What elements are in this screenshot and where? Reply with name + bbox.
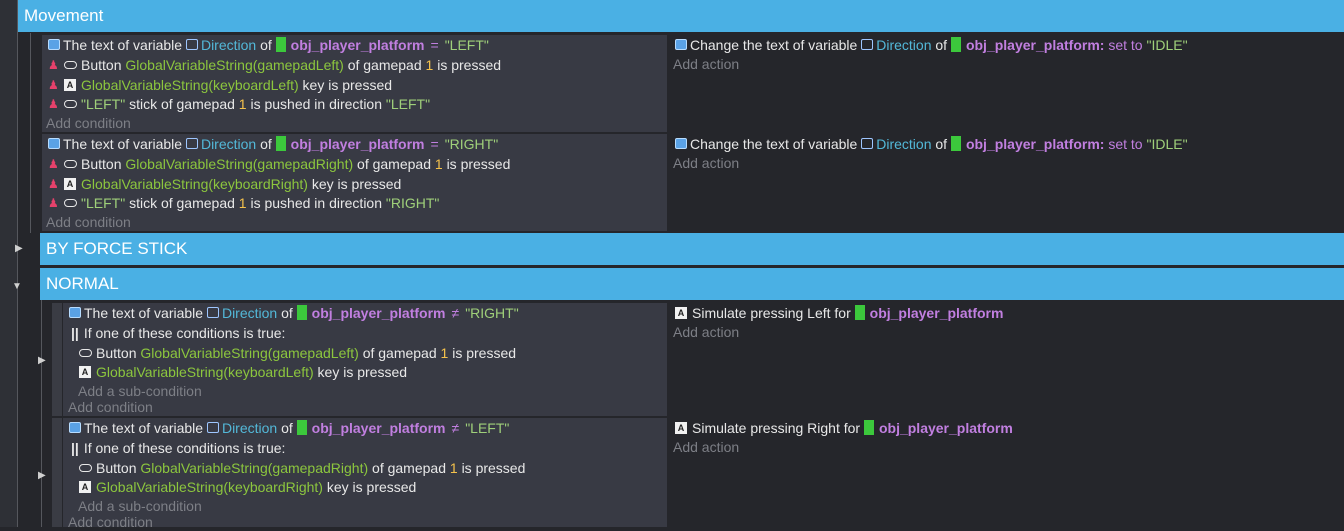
event-arrow-icon[interactable]: ▶ [38, 355, 46, 366]
inverted-condition-icon: ♟ [48, 77, 59, 92]
gamepad-icon [64, 99, 77, 108]
sub-condition-row[interactable]: Button GlobalVariableString(gamepadRight… [79, 458, 525, 477]
event-3-conditions[interactable]: The text of variable Direction of obj_pl… [63, 303, 667, 416]
scene-variable-icon [861, 138, 874, 149]
variable-icon [48, 39, 60, 50]
condition-row[interactable]: The text of variable Direction of obj_pl… [69, 303, 519, 322]
scene-variable-icon [185, 39, 198, 50]
collapse-arrow-icon[interactable]: ▶ [15, 243, 23, 254]
gamepad-icon [79, 463, 92, 472]
object-icon [950, 37, 961, 52]
event-4-actions[interactable]: A Simulate pressing Right for obj_player… [669, 418, 1344, 527]
action-row[interactable]: Change the text of variable Direction of… [675, 35, 1188, 54]
keyboard-icon: A [64, 177, 76, 190]
object-icon [275, 136, 286, 151]
event-arrow-icon[interactable]: ▶ [38, 470, 46, 481]
action-row[interactable]: A Simulate pressing Left for obj_player_… [675, 303, 1003, 322]
condition-row[interactable]: The text of variable Direction of obj_pl… [48, 134, 498, 153]
condition-row[interactable]: ♟ "LEFT" stick of gamepad 1 is pushed in… [48, 94, 430, 113]
add-action-link[interactable]: Add action [673, 322, 739, 341]
scene-variable-icon [206, 307, 219, 318]
add-action-link[interactable]: Add action [673, 437, 739, 456]
sub-condition-row[interactable]: Button GlobalVariableString(gamepadLeft)… [79, 343, 516, 362]
inverted-condition-icon: ♟ [48, 176, 59, 191]
object-icon [863, 420, 874, 435]
inverted-condition-icon: ♟ [48, 195, 59, 210]
keyboard-icon: A [675, 306, 687, 319]
event-1-actions[interactable]: Change the text of variable Direction of… [669, 35, 1344, 132]
object-name[interactable]: obj_player_platform [291, 37, 425, 53]
add-condition-link[interactable]: Add condition [68, 512, 153, 531]
inverted-condition-icon: ♟ [48, 96, 59, 111]
scene-variable-icon [206, 422, 219, 433]
gutter-line-inner [30, 33, 31, 233]
variable-name[interactable]: Direction [201, 37, 256, 53]
event-1-conditions[interactable]: The text of variable Direction of obj_pl… [42, 35, 667, 132]
compare-value[interactable]: "LEFT" [445, 37, 489, 53]
add-condition-link[interactable]: Add condition [68, 397, 153, 416]
action-row[interactable]: Change the text of variable Direction of… [675, 134, 1188, 153]
or-condition-row[interactable]: || If one of these conditions is true: [71, 323, 285, 342]
event-4-gutter-line [52, 418, 62, 527]
condition-row[interactable]: The text of variable Direction of obj_pl… [69, 418, 509, 437]
group-title: Movement [24, 6, 104, 25]
event-4-conditions[interactable]: The text of variable Direction of obj_pl… [63, 418, 667, 530]
gutter-line-normal [41, 300, 42, 527]
condition-row[interactable]: ♟ "LEFT" stick of gamepad 1 is pushed in… [48, 193, 439, 212]
gutter-line [17, 0, 18, 527]
condition-row[interactable]: ♟ A GlobalVariableString(keyboardLeft) k… [48, 75, 392, 94]
variable-icon [675, 138, 687, 149]
variable-icon [675, 39, 687, 50]
group-by-force-stick[interactable]: BY FORCE STICK [40, 233, 1344, 265]
group-title: NORMAL [46, 274, 119, 293]
keyboard-icon: A [79, 480, 91, 493]
gamepad-icon [79, 348, 92, 357]
or-condition-row[interactable]: || If one of these conditions is true: [71, 438, 285, 457]
sub-condition-row[interactable]: A GlobalVariableString(keyboardLeft) key… [79, 362, 407, 381]
event-gutter [0, 0, 18, 527]
gamepad-icon [64, 60, 77, 69]
object-icon [296, 305, 307, 320]
object-icon [854, 305, 865, 320]
condition-row[interactable]: ♟ A GlobalVariableString(keyboardRight) … [48, 174, 401, 193]
gamepad-icon [64, 159, 77, 168]
object-icon [296, 420, 307, 435]
variable-icon [69, 422, 81, 433]
expand-arrow-icon[interactable]: ▼ [12, 281, 22, 292]
sub-condition-row[interactable]: A GlobalVariableString(keyboardRight) ke… [79, 477, 416, 496]
gamepad-icon [64, 198, 77, 207]
event-3-actions[interactable]: A Simulate pressing Left for obj_player_… [669, 303, 1344, 416]
inverted-condition-icon: ♟ [48, 156, 59, 171]
group-movement[interactable]: Movement [18, 0, 1344, 32]
action-row[interactable]: A Simulate pressing Right for obj_player… [675, 418, 1013, 437]
event-3-gutter-line [52, 303, 62, 416]
event-2-conditions[interactable]: The text of variable Direction of obj_pl… [42, 134, 667, 231]
variable-icon [48, 138, 60, 149]
inverted-condition-icon: ♟ [48, 57, 59, 72]
or-icon: || [71, 439, 79, 456]
keyboard-icon: A [64, 78, 76, 91]
keyboard-icon: A [79, 365, 91, 378]
object-icon [950, 136, 961, 151]
event-2-actions[interactable]: Change the text of variable Direction of… [669, 134, 1344, 231]
scene-variable-icon [185, 138, 198, 149]
keyboard-icon: A [675, 421, 687, 434]
add-condition-link[interactable]: Add condition [46, 113, 131, 132]
condition-row[interactable]: ♟ Button GlobalVariableString(gamepadRig… [48, 154, 510, 173]
condition-row[interactable]: ♟ Button GlobalVariableString(gamepadLef… [48, 55, 501, 74]
group-normal[interactable]: NORMAL [40, 268, 1344, 300]
add-condition-link[interactable]: Add condition [46, 212, 131, 231]
condition-row[interactable]: The text of variable Direction of obj_pl… [48, 35, 489, 54]
variable-icon [69, 307, 81, 318]
scene-variable-icon [861, 39, 874, 50]
add-action-link[interactable]: Add action [673, 54, 739, 73]
add-action-link[interactable]: Add action [673, 153, 739, 172]
or-icon: || [71, 324, 79, 341]
group-title: BY FORCE STICK [46, 239, 188, 258]
object-icon [275, 37, 286, 52]
